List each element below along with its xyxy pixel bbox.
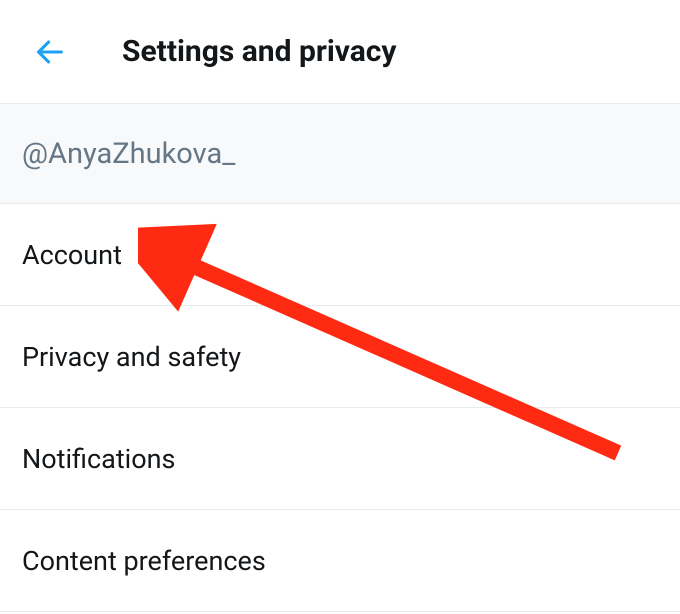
menu-item-label: Account [22,239,122,271]
menu-item-privacy[interactable]: Privacy and safety [0,306,680,408]
menu-item-content-preferences[interactable]: Content preferences [0,510,680,612]
arrow-left-icon [33,35,67,69]
menu-item-label: Content preferences [22,545,266,577]
back-button[interactable] [28,30,72,74]
header: Settings and privacy [0,0,680,104]
menu-item-label: Privacy and safety [22,341,241,373]
menu-item-account[interactable]: Account [0,204,680,306]
menu-item-label: Notifications [22,443,175,475]
username-text: @AnyaZhukova_ [22,137,235,171]
username-row: @AnyaZhukova_ [0,104,680,204]
page-title: Settings and privacy [122,34,397,69]
menu-item-notifications[interactable]: Notifications [0,408,680,510]
